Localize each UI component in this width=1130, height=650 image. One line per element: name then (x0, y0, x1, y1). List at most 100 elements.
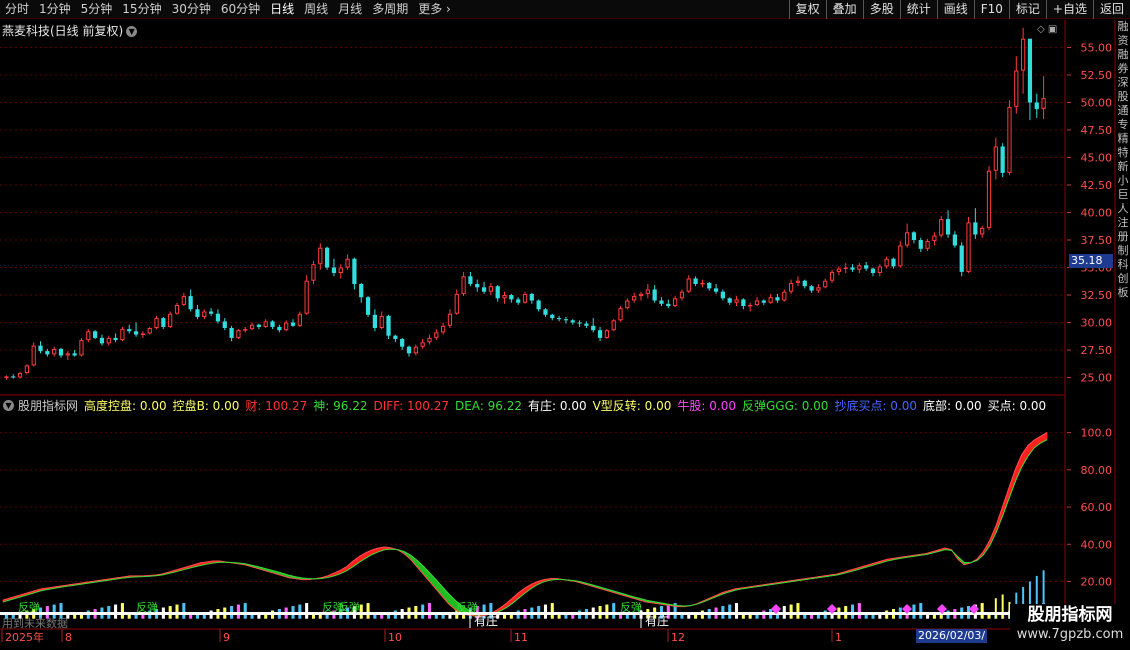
indicator-value-9: 反弹GGG: 0.00 (741, 399, 829, 413)
period-tab-8[interactable]: 月线 (333, 0, 367, 19)
period-tab-5[interactable]: 60分钟 (216, 0, 265, 19)
candle-body (434, 332, 439, 338)
candle-body (693, 278, 698, 284)
candle-body (236, 330, 241, 338)
candle-body (454, 293, 459, 314)
candle-body (700, 282, 705, 285)
candle-body (673, 298, 678, 306)
maximize-icon[interactable]: ▣ (1048, 24, 1057, 35)
chevron-down-icon[interactable]: ▼ (126, 26, 138, 37)
action-button-0[interactable]: 复权 (788, 0, 826, 19)
candle-body (188, 296, 193, 310)
chevron-down-icon[interactable]: ▼ (3, 400, 14, 411)
action-button-6[interactable]: 标记 (1008, 0, 1046, 19)
candle-body (761, 300, 766, 303)
candle-body (802, 280, 807, 287)
cursor-date-badge: 2026/02/03/ (916, 629, 988, 643)
period-tab-4[interactable]: 30分钟 (167, 0, 216, 19)
candle-body (925, 241, 930, 249)
candle-body (516, 299, 521, 303)
side-strip-char: 通 (1117, 104, 1129, 117)
candle-body (393, 335, 398, 339)
candle-body (65, 353, 70, 356)
candle-body (563, 319, 569, 321)
indicator-value-8: 牛股: 0.00 (677, 399, 736, 413)
indicator-axis: 100.0 80.00 60.00 40.00 20.00 (1067, 427, 1113, 588)
period-tab-7[interactable]: 周线 (299, 0, 333, 19)
candle-body (870, 268, 876, 273)
candle-body (945, 219, 951, 235)
side-strip: 融资融券深股通专精特新小巨人注册制科创板 (1116, 20, 1130, 630)
candle-body (570, 320, 575, 323)
candle-body (202, 311, 207, 317)
candle-body (222, 321, 227, 328)
candle-body (406, 346, 412, 354)
candle-body (249, 324, 255, 330)
candle-body (645, 289, 650, 294)
side-strip-char: 科 (1117, 258, 1129, 271)
indicator-value-3: 神: 96.22 (313, 399, 368, 413)
candle-body (1041, 98, 1046, 110)
candle-body (809, 286, 814, 291)
candle-body (468, 276, 473, 284)
price-tick-label: 25.00 (1081, 372, 1113, 385)
side-strip-char: 创 (1117, 272, 1129, 285)
indicator-name[interactable]: 股朋指标网 (18, 397, 78, 414)
diff-dea-band (1021, 444, 1029, 469)
candle-body (734, 299, 739, 303)
action-button-2[interactable]: 多股 (862, 0, 900, 19)
action-button-3[interactable]: 统计 (899, 0, 937, 19)
candle-body (877, 266, 882, 273)
watermark-line2: www.7gpzb.com (1016, 627, 1124, 642)
period-tab-3[interactable]: 15分钟 (117, 0, 166, 19)
future-data-label: 用到未来数据 (2, 617, 68, 630)
action-button-1[interactable]: 叠加 (825, 0, 863, 19)
diff-dea-band (429, 571, 437, 591)
candle-body (372, 314, 377, 328)
candle-body (891, 258, 896, 267)
candle-body (270, 321, 275, 327)
candle-body (939, 219, 944, 236)
stock-title[interactable]: 燕麦科技(日线 前复权) ▼ (2, 22, 138, 39)
has-zhuang-label: 有庄 (645, 613, 669, 628)
panel-controls: ◇ ▣ (1037, 24, 1057, 35)
candle-body (652, 289, 657, 301)
action-button-5[interactable]: F10 (973, 0, 1009, 19)
toolbar: 分时 1分钟 5分钟 15分钟 30分钟 60分钟 日线 周线 月线 多周期 更多 › 复权 叠加 多股… (0, 0, 1130, 19)
candle-body (475, 284, 480, 288)
candle-body (277, 326, 282, 331)
watermark-line1: 股朋指标网 (1027, 605, 1113, 625)
candle-body (495, 286, 500, 299)
candle-body (864, 265, 869, 269)
indicator-value-6: 有庄: 0.00 (528, 399, 587, 413)
action-button-8[interactable]: 返回 (1092, 0, 1130, 19)
candle-body (1034, 102, 1039, 110)
candle-body (345, 258, 350, 268)
chart-canvas: 55.00 52.50 50.00 47.50 45.00 42.50 40.00 37.50… (0, 20, 1116, 650)
period-tab-1[interactable]: 1分钟 (34, 0, 76, 19)
period-tab-10[interactable]: 更多 › (413, 0, 456, 19)
period-tab-0[interactable]: 分时 (0, 0, 34, 19)
candle-body (591, 325, 596, 331)
candle-body (284, 322, 289, 331)
diamond-icon[interactable]: ◇ (1037, 24, 1045, 35)
ind-tick-label: 20.00 (1081, 575, 1113, 588)
side-strip-char: 特 (1117, 146, 1129, 159)
time-label: 1 (835, 631, 842, 644)
candle-body (522, 293, 528, 303)
candle-body (727, 298, 732, 303)
price-tick-label: 32.50 (1081, 289, 1113, 302)
period-tab-2[interactable]: 5分钟 (76, 0, 118, 19)
candle-body (659, 300, 664, 304)
candle-body (215, 313, 221, 322)
action-button-7[interactable]: +自选 (1045, 0, 1093, 19)
candle-body (243, 329, 248, 331)
action-button-4[interactable]: 画线 (936, 0, 974, 19)
side-strip-char: 小 (1117, 174, 1129, 187)
candle-body (959, 245, 964, 272)
period-tab-9[interactable]: 多周期 (367, 0, 413, 19)
candle-body (168, 313, 173, 327)
price-tick-label: 27.50 (1081, 344, 1113, 357)
period-tab-6[interactable]: 日线 (265, 0, 299, 19)
candle-body (1007, 106, 1012, 173)
